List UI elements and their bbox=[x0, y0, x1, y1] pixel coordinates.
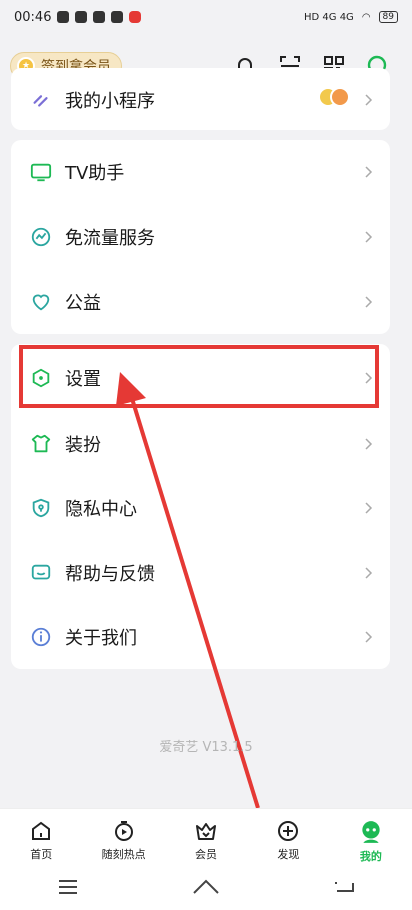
tab-discover[interactable]: 发现 bbox=[247, 809, 329, 869]
tab-label: 发现 bbox=[277, 848, 300, 861]
bottom-tab-bar: 首页 随刻热点 会员 发现 我的 bbox=[0, 808, 412, 869]
annotation-arrow bbox=[116, 372, 260, 809]
tab-label: 会员 bbox=[195, 848, 218, 861]
hot-icon bbox=[114, 821, 133, 841]
home-icon bbox=[32, 821, 51, 840]
tab-label: 随刻热点 bbox=[101, 848, 146, 861]
tab-label: 首页 bbox=[30, 848, 53, 861]
menu-nav-icon[interactable] bbox=[57, 879, 79, 899]
tab-home[interactable]: 首页 bbox=[0, 809, 82, 869]
profile-icon bbox=[362, 821, 380, 843]
tab-profile[interactable]: 我的 bbox=[330, 809, 412, 869]
tab-hot[interactable]: 随刻热点 bbox=[82, 809, 164, 869]
vip-crown-icon bbox=[196, 823, 217, 840]
home-nav-icon[interactable] bbox=[192, 878, 220, 900]
tab-label: 我的 bbox=[359, 850, 382, 863]
tab-vip[interactable]: 会员 bbox=[165, 809, 247, 869]
system-nav-bar bbox=[0, 868, 412, 910]
back-nav-icon[interactable] bbox=[333, 879, 355, 899]
discover-plus-icon bbox=[278, 821, 299, 841]
version-text: 爱奇艺 V13.1.5 bbox=[159, 740, 253, 755]
